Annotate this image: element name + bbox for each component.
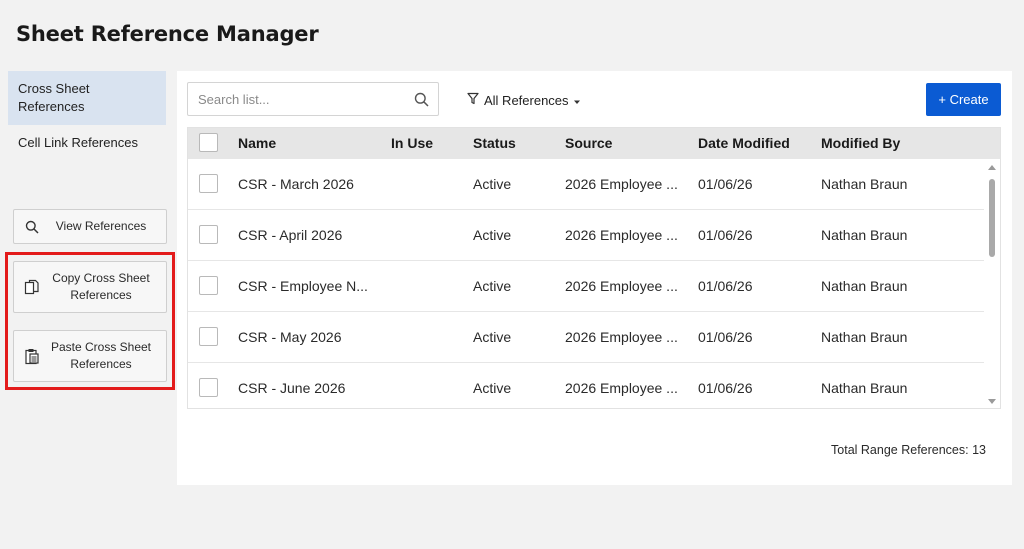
cell-modified-by: Nathan Braun [821, 380, 908, 396]
filter-label: All References [484, 92, 569, 108]
row-checkbox[interactable] [199, 378, 218, 397]
references-table: Name In Use Status Source Date Modified … [187, 127, 1001, 409]
column-header-name[interactable]: Name [238, 135, 276, 151]
cell-modified-by: Nathan Braun [821, 329, 908, 345]
cell-status: Active [473, 329, 512, 345]
nav-item-cross-sheet-references[interactable]: Cross Sheet References [8, 71, 166, 125]
table-row[interactable]: CSR - June 2026 Active 2026 Employee ...… [188, 363, 986, 408]
view-references-button[interactable]: View References [13, 209, 167, 244]
cell-modified-by: Nathan Braun [821, 278, 908, 294]
cell-date-modified: 01/06/26 [698, 227, 753, 243]
search-input[interactable] [198, 91, 404, 107]
table-row[interactable]: CSR - Employee N... Active 2026 Employee… [188, 261, 986, 312]
view-references-label: View References [55, 219, 147, 233]
cell-source: 2026 Employee ... [565, 227, 678, 243]
nav-item-cell-link-references[interactable]: Cell Link References [8, 134, 166, 152]
row-checkbox[interactable] [199, 225, 218, 244]
cell-date-modified: 01/06/26 [698, 278, 753, 294]
cell-source: 2026 Employee ... [565, 176, 678, 192]
column-header-status[interactable]: Status [473, 135, 516, 151]
cell-name: CSR - March 2026 [238, 176, 354, 192]
column-header-date-modified[interactable]: Date Modified [698, 135, 790, 151]
create-button[interactable]: + Create [926, 83, 1001, 116]
total-range-references: Total Range References: 13 [831, 443, 986, 457]
cell-modified-by: Nathan Braun [821, 227, 908, 243]
cell-status: Active [473, 227, 512, 243]
table-row[interactable]: CSR - April 2026 Active 2026 Employee ..… [188, 210, 986, 261]
filter-icon [467, 92, 479, 108]
cell-name: CSR - April 2026 [238, 227, 343, 243]
row-checkbox[interactable] [199, 276, 218, 295]
filter-dropdown[interactable]: All References [467, 91, 581, 109]
row-checkbox[interactable] [199, 174, 218, 193]
cell-date-modified: 01/06/26 [698, 329, 753, 345]
cell-status: Active [473, 380, 512, 396]
scroll-up-arrow-icon[interactable] [988, 165, 996, 170]
main-panel: All References + Create Name In Use Stat… [177, 71, 1012, 485]
table-row[interactable]: CSR - March 2026 Active 2026 Employee ..… [188, 159, 986, 210]
cell-status: Active [473, 176, 512, 192]
cell-name: CSR - Employee N... [238, 278, 368, 294]
column-header-source[interactable]: Source [565, 135, 612, 151]
select-all-checkbox[interactable] [199, 133, 218, 152]
scroll-thumb[interactable] [989, 179, 995, 257]
column-header-in-use[interactable]: In Use [391, 135, 433, 151]
column-header-modified-by[interactable]: Modified By [821, 135, 900, 151]
cell-status: Active [473, 278, 512, 294]
table-scrollbar[interactable] [984, 159, 1000, 408]
search-box[interactable] [187, 82, 439, 116]
page-title: Sheet Reference Manager [16, 22, 319, 46]
caret-down-icon [573, 93, 581, 108]
table-header: Name In Use Status Source Date Modified … [188, 128, 1000, 159]
table-row[interactable]: CSR - May 2026 Active 2026 Employee ... … [188, 312, 986, 363]
search-icon [22, 220, 42, 234]
highlight-box [5, 252, 175, 390]
row-checkbox[interactable] [199, 327, 218, 346]
cell-name: CSR - June 2026 [238, 380, 346, 396]
cell-modified-by: Nathan Braun [821, 176, 908, 192]
cell-date-modified: 01/06/26 [698, 176, 753, 192]
search-icon[interactable] [404, 92, 438, 107]
scroll-down-arrow-icon[interactable] [988, 399, 996, 404]
cell-source: 2026 Employee ... [565, 380, 678, 396]
cell-source: 2026 Employee ... [565, 278, 678, 294]
cell-name: CSR - May 2026 [238, 329, 342, 345]
cell-date-modified: 01/06/26 [698, 380, 753, 396]
cell-source: 2026 Employee ... [565, 329, 678, 345]
